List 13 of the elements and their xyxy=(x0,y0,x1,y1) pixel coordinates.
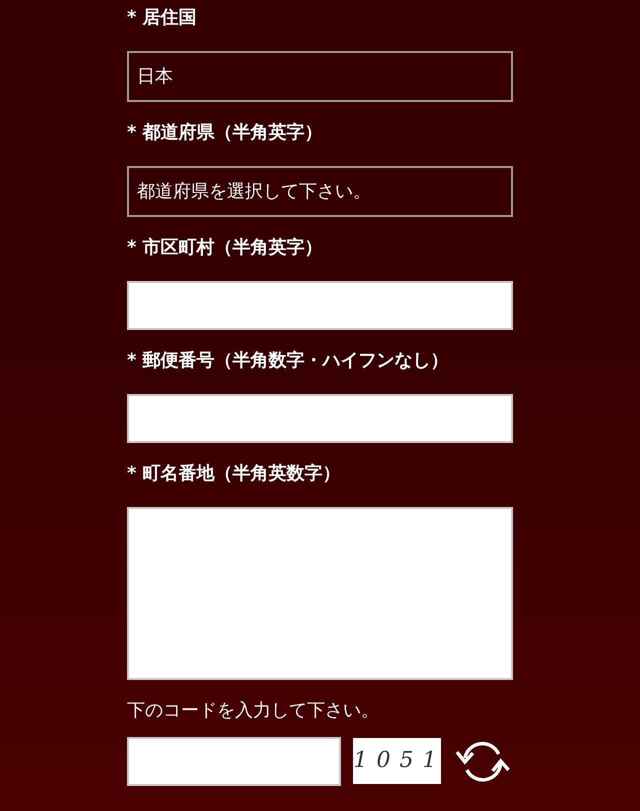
field-label: * 郵便番号（半角数字・ハイフンなし） xyxy=(127,349,450,373)
select-field[interactable]: 都道府県を選択して下さい。 xyxy=(127,166,513,217)
field-label: * 居住国 xyxy=(127,6,198,30)
select-field[interactable]: 日本 xyxy=(127,51,513,102)
text-area[interactable] xyxy=(127,507,513,680)
captcha-image: 1051 xyxy=(353,738,442,784)
field-label: * 町名番地（半角英数字） xyxy=(127,462,342,486)
captcha-label: 下のコードを入力して下さい。 xyxy=(127,699,380,723)
captcha-input[interactable] xyxy=(127,736,342,786)
input-field[interactable] xyxy=(127,394,513,443)
field-label: * 市区町村（半角英字） xyxy=(127,236,324,260)
field-label: * 都道府県（半角英字） xyxy=(127,121,324,145)
input-field[interactable] xyxy=(127,281,513,330)
